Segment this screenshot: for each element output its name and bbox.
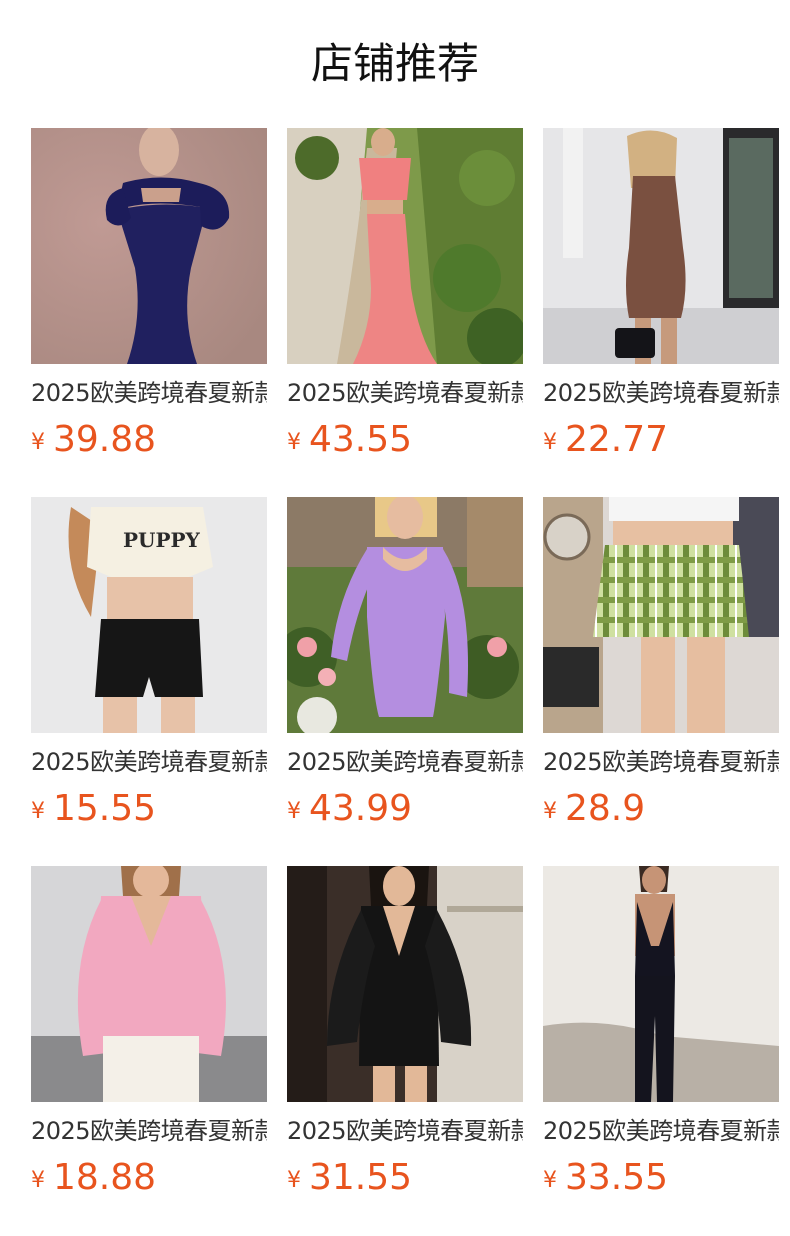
product-name[interactable]: 2025欧美跨境春夏新款 [287,745,523,779]
product-card[interactable]: 2025欧美跨境春夏新款 ¥43.55 [287,128,523,497]
product-card[interactable]: 2025欧美跨境春夏新款 ¥22.77 [543,128,779,497]
product-name[interactable]: 2025欧美跨境春夏新款 [543,745,779,779]
product-price: ¥43.55 [287,416,523,464]
product-price: ¥39.88 [31,416,267,464]
product-name[interactable]: 2025欧美跨境春夏新款 [31,376,267,410]
price-amount: 31.55 [309,1157,413,1198]
currency-symbol: ¥ [287,1168,301,1193]
product-name[interactable]: 2025欧美跨境春夏新款 [287,376,523,410]
currency-symbol: ¥ [543,1168,557,1193]
price-amount: 43.55 [309,419,413,460]
product-image[interactable] [287,866,523,1102]
page-title: 店铺推荐 [310,39,479,88]
svg-text:PUPPY: PUPPY [123,528,201,552]
currency-symbol: ¥ [31,1168,45,1193]
product-name[interactable]: 2025欧美跨境春夏新款 [287,1114,523,1148]
product-card[interactable]: 2025欧美跨境春夏新款 ¥18.88 [31,866,267,1235]
currency-symbol: ¥ [287,430,301,455]
product-price: ¥18.88 [31,1154,267,1202]
product-name[interactable]: 2025欧美跨境春夏新款 [31,1114,267,1148]
price-amount: 28.9 [565,788,646,829]
product-price: ¥33.55 [543,1154,779,1202]
price-amount: 33.55 [565,1157,669,1198]
product-name[interactable]: 2025欧美跨境春夏新款 [543,1114,779,1148]
price-amount: 15.55 [53,788,157,829]
product-card[interactable]: 2025欧美跨境春夏新款 ¥28.9 [543,497,779,866]
product-image[interactable] [287,497,523,733]
product-image[interactable]: PUPPY [31,497,267,733]
product-image[interactable] [31,866,267,1102]
product-price: ¥31.55 [287,1154,523,1202]
product-image[interactable] [31,128,267,364]
product-card[interactable]: 2025欧美跨境春夏新款 ¥31.55 [287,866,523,1235]
product-card[interactable]: 2025欧美跨境春夏新款 ¥33.55 [543,866,779,1235]
price-amount: 22.77 [565,419,669,460]
product-card[interactable]: 2025欧美跨境春夏新款 ¥43.99 [287,497,523,866]
product-image[interactable] [543,866,779,1102]
product-image[interactable] [543,497,779,733]
price-amount: 39.88 [53,419,157,460]
currency-symbol: ¥ [543,799,557,824]
product-image[interactable] [543,128,779,364]
product-image[interactable] [287,128,523,364]
price-amount: 18.88 [53,1157,157,1198]
currency-symbol: ¥ [31,430,45,455]
product-grid: 2025欧美跨境春夏新款 ¥39.88 2025欧美跨境春夏新款 ¥ 43.55… [31,128,790,1235]
currency-symbol: ¥ [31,799,45,824]
product-name[interactable]: 2025欧美跨境春夏新款 [31,745,267,779]
product-price: ¥43.99 [287,785,523,833]
product-name[interactable]: 2025欧美跨境春夏新款 [543,376,779,410]
product-price: ¥28.9 [543,785,779,833]
currency-symbol: ¥ [287,799,301,824]
product-price: ¥15.55 [31,785,267,833]
product-price: ¥22.77 [543,416,779,464]
product-card[interactable]: 2025欧美跨境春夏新款 ¥39.88 [31,128,267,497]
price-amount: 43.99 [309,788,413,829]
product-card[interactable]: PUPPY 2025欧美跨境春夏新款 ¥15.55 [31,497,267,866]
currency-symbol: ¥ [543,430,557,455]
